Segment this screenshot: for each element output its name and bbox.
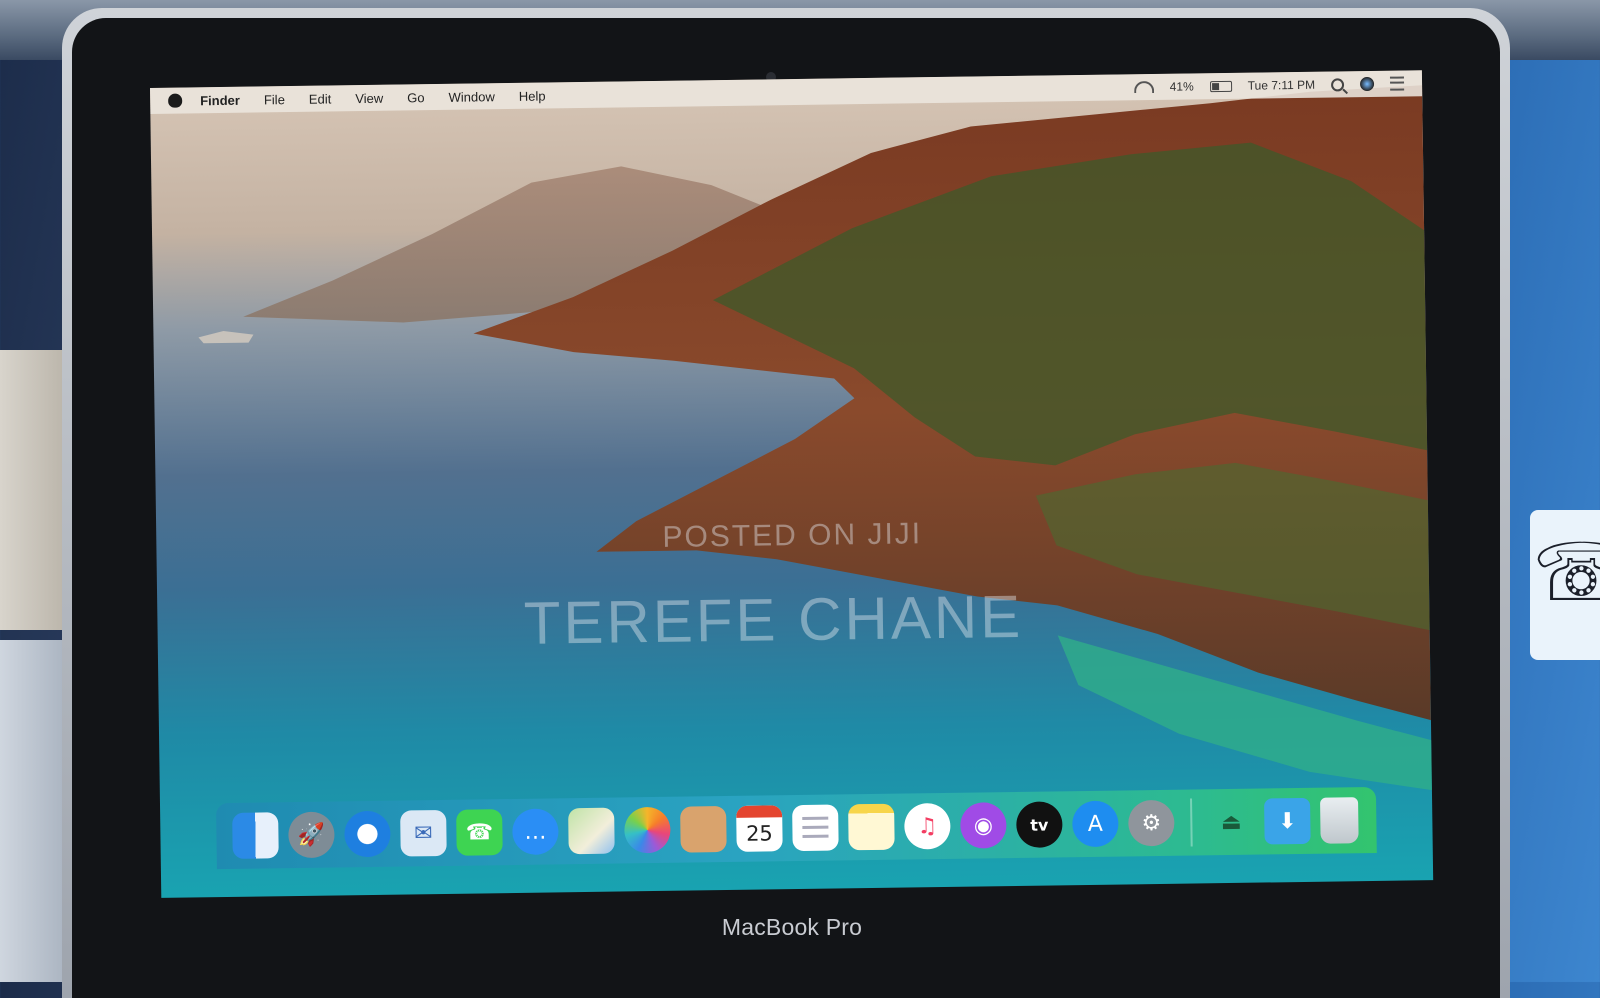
- spotlight-icon[interactable]: [1330, 77, 1345, 92]
- battery-percent: 41%: [1169, 79, 1194, 94]
- background-object-left: [0, 350, 70, 630]
- system-preferences-icon[interactable]: ⚙: [1128, 799, 1175, 847]
- downloads-folder-icon[interactable]: ⬇: [1264, 797, 1311, 845]
- battery-icon[interactable]: [1209, 80, 1232, 92]
- small-rock: [198, 330, 254, 344]
- menu-edit[interactable]: Edit: [309, 91, 332, 106]
- maps-icon[interactable]: [568, 807, 615, 855]
- contacts-icon[interactable]: [680, 806, 727, 853]
- calendar-header: [736, 805, 783, 818]
- menu-view[interactable]: View: [355, 90, 383, 105]
- calendar-day: 25: [745, 821, 773, 846]
- apple-tv-icon[interactable]: tv: [1016, 801, 1063, 848]
- menu-help[interactable]: Help: [519, 88, 546, 103]
- calendar-icon[interactable]: 25: [736, 805, 783, 852]
- background-object-left-lower: [0, 640, 70, 982]
- photos-icon[interactable]: [624, 806, 671, 854]
- background-sign-right: ☏: [1530, 510, 1600, 660]
- dock-separator: [1190, 798, 1193, 847]
- reminders-icon[interactable]: [792, 804, 839, 852]
- desktop-screen: Finder File Edit View Go Window Help 41%…: [150, 70, 1434, 898]
- menu-clock[interactable]: Tue 7:11 PM: [1248, 78, 1316, 93]
- music-icon[interactable]: ♫: [904, 802, 951, 850]
- notification-center-icon[interactable]: [1389, 76, 1405, 91]
- menu-finder[interactable]: Finder: [200, 92, 240, 108]
- trash-icon[interactable]: [1320, 797, 1359, 844]
- status-area: 41% Tue 7:11 PM: [1133, 70, 1405, 100]
- podcasts-icon[interactable]: ◉: [960, 802, 1007, 849]
- messages-icon[interactable]: …: [512, 808, 559, 856]
- app-store-icon[interactable]: A: [1072, 800, 1119, 848]
- launchpad-icon[interactable]: 🚀: [288, 811, 335, 859]
- safari-icon[interactable]: [344, 810, 391, 858]
- phone-icon: ☏: [1532, 526, 1600, 619]
- model-label: MacBook Pro: [721, 914, 863, 940]
- menu-go[interactable]: Go: [407, 90, 425, 105]
- notes-icon[interactable]: [848, 803, 895, 851]
- airdrop-icon[interactable]: ⏏: [1208, 799, 1255, 846]
- menu-file[interactable]: File: [264, 92, 285, 107]
- menu-window[interactable]: Window: [448, 89, 494, 105]
- siri-icon[interactable]: [1359, 76, 1375, 92]
- wifi-icon[interactable]: [1133, 80, 1154, 94]
- finder-icon[interactable]: [232, 812, 279, 859]
- apple-icon[interactable]: [168, 93, 183, 108]
- wallpaper: [198, 85, 1432, 791]
- facetime-icon[interactable]: ☎: [456, 809, 503, 856]
- mail-icon[interactable]: ✉: [400, 809, 447, 857]
